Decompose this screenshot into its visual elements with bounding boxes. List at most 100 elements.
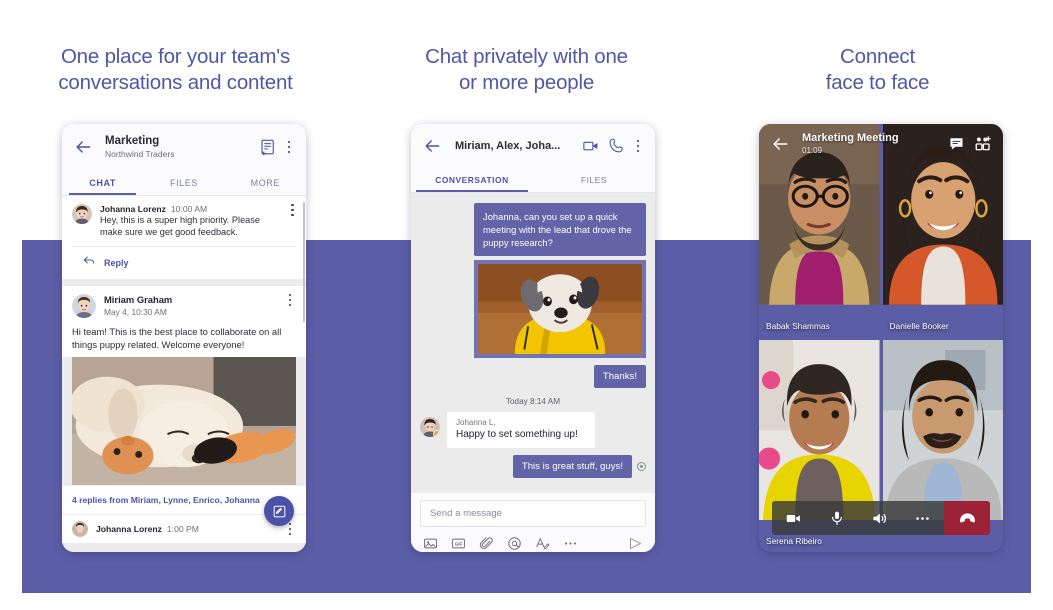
participant-name: Danielle Booker (889, 320, 949, 331)
more-vertical-icon[interactable] (632, 139, 644, 153)
read-receipt-icon (637, 462, 646, 471)
phone-mockup-channel: Marketing Northwind Traders CHAT FILES M… (62, 124, 306, 552)
back-arrow-icon[interactable] (422, 136, 442, 156)
columns-container: One place for your team's conversations … (0, 0, 1053, 610)
incoming-text: Happy to set something up! (456, 429, 578, 440)
mention-icon[interactable] (507, 536, 522, 551)
message-text: Hey, this is a super high priority. Plea… (100, 215, 260, 238)
send-icon[interactable] (628, 536, 643, 551)
camera-button[interactable] (772, 501, 815, 535)
column-video-meeting: Connect face to face Babak Shammas Danie… (702, 0, 1053, 610)
compose-fab-button[interactable] (264, 496, 294, 526)
meeting-titles: Marketing Meeting 01:09 (802, 132, 940, 156)
avatar (420, 417, 440, 437)
promo-screenshot: One place for your team's conversations … (0, 0, 1053, 610)
video-grid: Babak Shammas Danielle Booker Serena Rib… (759, 124, 1003, 552)
column-private-chat: Chat privately with one or more people M… (351, 0, 702, 610)
outgoing-message[interactable]: This is great stuff, guys! (512, 455, 632, 478)
tab-more[interactable]: MORE (225, 170, 306, 195)
reply-label: Reply (104, 257, 129, 268)
back-arrow-icon[interactable] (73, 137, 93, 157)
author-name: Johanna Lorenz (100, 204, 166, 214)
back-arrow-icon[interactable] (770, 134, 790, 154)
outgoing-message-row[interactable]: This is great stuff, guys! (420, 455, 646, 478)
video-call-icon[interactable] (582, 137, 600, 155)
channel-tabs: CHAT FILES MORE (62, 170, 306, 196)
avatar (72, 204, 92, 224)
message-image[interactable] (72, 356, 296, 485)
tab-chat[interactable]: CHAT (62, 170, 143, 195)
message-overflow-icon[interactable] (284, 293, 296, 306)
speaker-button[interactable] (858, 501, 901, 535)
microphone-icon (831, 511, 842, 525)
outgoing-message[interactable]: Thanks! (593, 365, 646, 388)
message-time: 10:00 AM (170, 204, 208, 214)
compose-icon-row: GIF (420, 527, 646, 551)
message-item[interactable]: Johanna Lorenz 10:00 AM Hey, this is a su… (62, 196, 306, 279)
scrollbar[interactable] (302, 202, 305, 322)
message-author: Johanna Lorenz 10:00 AM (100, 204, 283, 214)
reply-row[interactable]: Reply (72, 245, 296, 279)
compose-pencil-icon (273, 505, 285, 517)
more-horizontal-icon[interactable] (563, 536, 578, 551)
compose-area: Send a message GIF (411, 493, 655, 552)
headline-2: Chat privately with one or more people (425, 45, 628, 94)
meeting-chat-icon[interactable] (948, 135, 966, 153)
chat-participants-title: Miriam, Alex, Joha... (455, 140, 561, 152)
gif-icon[interactable]: GIF (451, 536, 466, 551)
participant-name: Serena Ribeiro (766, 536, 822, 546)
attach-icon[interactable] (479, 536, 494, 551)
add-participants-icon[interactable] (974, 135, 992, 153)
meeting-header: Marketing Meeting 01:09 (759, 124, 1003, 164)
message-author: Miriam Graham (104, 293, 173, 305)
svg-text:GIF: GIF (455, 542, 463, 547)
chat-tabs: CONVERSATION FILES (411, 168, 655, 193)
image-icon[interactable] (423, 536, 438, 551)
message-item[interactable]: Miriam Graham May 4, 10:30 AM Hi team! T… (62, 285, 306, 357)
reply-arrow-icon (82, 253, 96, 273)
message-input[interactable]: Send a message (420, 500, 646, 527)
peek-author: Johanna Lorenz 1:00 PM (96, 524, 199, 534)
message-text: Hi team! This is the best place to colla… (72, 317, 296, 357)
more-horizontal-icon (916, 516, 929, 520)
format-text-icon[interactable] (535, 536, 550, 551)
tab-files[interactable]: FILES (533, 168, 655, 192)
mic-button[interactable] (815, 501, 858, 535)
presence-away-badge (433, 430, 440, 437)
hangup-button[interactable] (944, 501, 990, 535)
phone-mockup-chat: Miriam, Alex, Joha... CONVERSATION FILES… (411, 124, 655, 552)
meeting-name: Marketing Meeting (802, 132, 899, 144)
headline-3: Connect face to face (825, 45, 930, 94)
more-vertical-icon[interactable] (283, 140, 295, 154)
phone-call-icon[interactable] (608, 137, 626, 155)
tab-conversation[interactable]: CONVERSATION (411, 168, 533, 192)
participant-name: Babak Shammas (766, 320, 830, 331)
incoming-message[interactable]: Johanna L. Happy to set something up! (447, 412, 595, 448)
chat-message-list[interactable]: Johanna, can you set up a quick meeting … (411, 193, 655, 493)
avatar (72, 293, 96, 318)
peek-author-name: Johanna Lorenz (96, 523, 162, 534)
call-controls (772, 501, 990, 535)
channel-name: Marketing (105, 134, 160, 147)
channel-message-list[interactable]: Johanna Lorenz 10:00 AM Hey, this is a su… (62, 196, 306, 552)
peek-overflow-icon[interactable] (284, 522, 296, 535)
speaker-icon (873, 513, 886, 523)
channel-header: Marketing Northwind Traders (62, 124, 306, 170)
message-separator (62, 278, 306, 286)
more-button[interactable] (901, 501, 944, 535)
incoming-message-row[interactable]: Johanna L. Happy to set something up! (420, 412, 646, 448)
channel-titles: Marketing Northwind Traders (105, 135, 251, 160)
phone-mockup-meeting: Babak Shammas Danielle Booker Serena Rib… (759, 124, 1003, 552)
incoming-author: Johanna L. (456, 418, 496, 427)
peek-time: 1:00 PM (166, 523, 199, 534)
headline-1: One place for your team's conversations … (58, 45, 293, 94)
tab-files[interactable]: FILES (143, 170, 224, 195)
new-conversation-icon[interactable] (259, 138, 277, 156)
chat-header: Miriam, Alex, Joha... (411, 124, 655, 168)
outgoing-message[interactable]: Johanna, can you set up a quick meeting … (474, 203, 646, 256)
avatar (72, 520, 88, 537)
message-overflow-icon[interactable] (289, 204, 296, 217)
message-time: May 4, 10:30 AM (104, 306, 167, 317)
outgoing-image-message[interactable] (474, 260, 646, 358)
video-camera-icon (786, 514, 800, 522)
